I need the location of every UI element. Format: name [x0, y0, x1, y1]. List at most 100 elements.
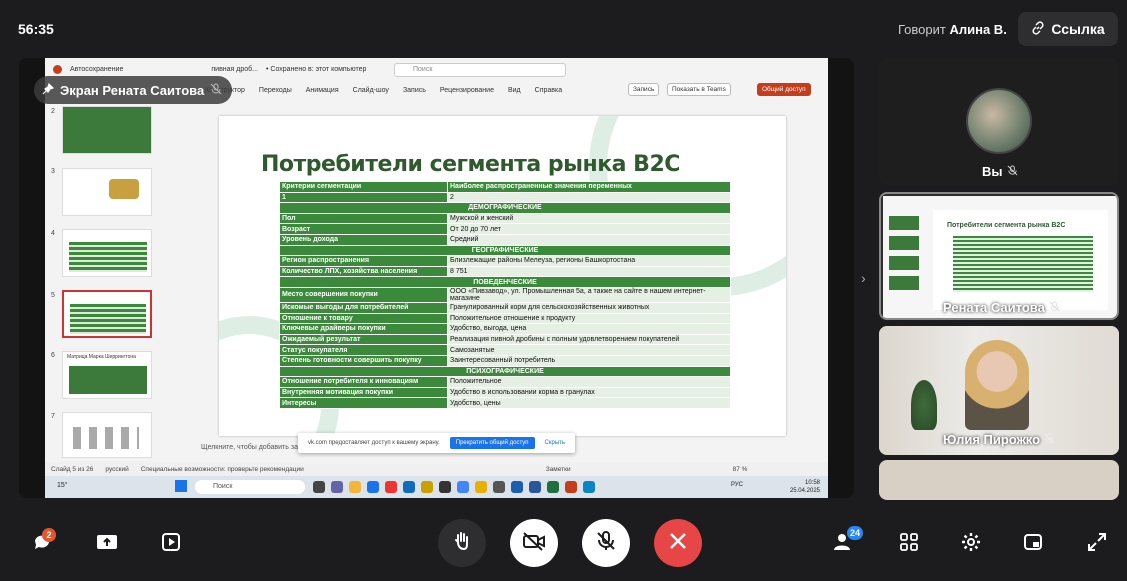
table-row: Возраст От 20 до 70 лет — [279, 223, 731, 235]
slide-thumbnail[interactable]: Матрица Марка Шеррингтона — [62, 351, 152, 399]
section-heading: ПСИХОГРАФИЧЕСКИЕ — [279, 365, 731, 378]
folder-icon[interactable] — [349, 481, 361, 493]
table-header-cell: Наиболее распространенные значения перем… — [447, 181, 731, 193]
shared-screen-area[interactable]: Автосохранение пивная дроб... • Сохранен… — [19, 58, 854, 498]
app-icon[interactable] — [313, 481, 325, 493]
menu-item[interactable]: Слайд-шоу — [353, 87, 389, 94]
value-cell: Самозанятые — [447, 344, 731, 356]
criterion-cell: Отношение потребителя к инновациям — [279, 376, 448, 388]
table-section-row: ПОВЕДЕНЧЕСКИЕ — [279, 276, 731, 288]
participant-name: Вы — [982, 164, 1018, 179]
chat-button[interactable]: 2 — [30, 528, 56, 556]
expand-icon — [1087, 532, 1107, 557]
word-icon[interactable] — [529, 481, 541, 493]
end-call-button[interactable] — [654, 519, 702, 567]
criterion-cell: Отношение к товару — [279, 312, 448, 325]
teams-icon[interactable] — [331, 481, 343, 493]
weather-widget[interactable]: 15° — [57, 482, 68, 489]
app-icon[interactable] — [475, 481, 487, 493]
camera-off-icon — [522, 531, 546, 556]
share-screen-button[interactable] — [95, 532, 119, 556]
participant-name-text: Рената Саитова — [943, 300, 1045, 315]
section-heading: ГЕОГРАФИЧЕСКИЕ — [279, 244, 731, 257]
status-access[interactable]: Специальные возможности: проверьте реком… — [141, 466, 304, 473]
menu-item[interactable]: Анимация — [306, 87, 339, 94]
grid-view-button[interactable] — [897, 532, 921, 556]
participant-tile-yulia[interactable]: Юлия Пирожко — [879, 326, 1119, 455]
mic-off-icon — [210, 83, 222, 98]
pin-icon — [42, 82, 55, 98]
fullscreen-button[interactable] — [1085, 532, 1109, 556]
criterion-cell: Ожидаемый результат — [279, 333, 448, 346]
chevron-right-icon[interactable]: › — [861, 270, 866, 286]
participant-tile[interactable] — [879, 460, 1119, 500]
record-button[interactable]: Запись — [628, 83, 660, 96]
table-row: Внутренняя мотивация покупки Удобство в и… — [279, 386, 731, 399]
menu-item[interactable]: Запись — [403, 87, 426, 94]
app-icon[interactable] — [439, 481, 451, 493]
thumb-number: 4 — [51, 230, 55, 237]
slide-thumbnail[interactable] — [62, 412, 152, 458]
participant-tile-self[interactable]: Вы — [879, 58, 1119, 185]
table-row: Степень готовности совершить покупку Заин… — [279, 354, 731, 367]
value-cell: ООО «Пивзавод», ул. Промышленная 5а, а т… — [447, 286, 731, 303]
mic-toggle-button[interactable] — [582, 519, 630, 567]
menu-item[interactable]: Переходы — [259, 87, 292, 94]
hide-notification-link[interactable]: Скрыть — [545, 440, 565, 446]
chrome-icon[interactable] — [457, 481, 469, 493]
taskbar-clock[interactable]: 10:58 25.04.2025 — [790, 479, 820, 495]
app-icon[interactable] — [547, 481, 559, 493]
menu-item[interactable]: Рецензирование — [440, 87, 494, 94]
windows-start-icon[interactable] — [175, 480, 187, 492]
powerpoint-icon[interactable] — [565, 481, 577, 493]
close-icon — [669, 532, 687, 555]
status-notes[interactable]: Заметки — [546, 466, 571, 473]
input-language[interactable]: РУС — [731, 482, 743, 488]
raise-hand-button[interactable] — [438, 519, 486, 567]
taskbar-search[interactable]: Поиск — [195, 480, 305, 494]
share-button[interactable]: Общий доступ — [757, 83, 811, 96]
thumb-number: 6 — [51, 352, 55, 359]
taskbar-apps — [313, 481, 595, 493]
table-row: Искомые выгоды для потребителей Гранулиро… — [279, 301, 731, 314]
participant-name: Рената Саитова — [943, 300, 1060, 315]
edge-icon[interactable] — [583, 481, 595, 493]
table-row: Количество ЛПХ, хозяйства населения 8 751 — [279, 265, 731, 278]
value-cell: Удобство в использовании корма в гранула… — [447, 386, 731, 399]
menu-item[interactable]: Вид — [508, 87, 521, 94]
slide-thumbnail-selected[interactable] — [62, 290, 152, 338]
copy-link-button[interactable]: Ссылка — [1018, 12, 1118, 46]
pip-button[interactable] — [1021, 532, 1045, 556]
criterion-cell: Искомые выгоды для потребителей — [279, 301, 448, 314]
segmentation-table: Критерии сегментации Наиболее распростран… — [279, 181, 731, 409]
slide-thumbnail[interactable] — [62, 106, 152, 154]
powerpoint-logo-icon — [53, 64, 62, 74]
outlook-icon[interactable] — [403, 481, 415, 493]
value-cell: Мужской и женский — [447, 212, 731, 225]
app-icon[interactable] — [421, 481, 433, 493]
app-icon[interactable] — [493, 481, 505, 493]
status-zoom[interactable]: 87 % — [733, 466, 748, 473]
thumb-number: 5 — [51, 292, 55, 299]
menu-item[interactable]: Справка — [535, 87, 562, 94]
participants-button[interactable]: 24 — [833, 526, 864, 556]
youtube-icon[interactable] — [385, 481, 397, 493]
criterion-cell: 1 — [279, 191, 448, 204]
pp-search-input[interactable]: Поиск — [394, 63, 566, 77]
settings-button[interactable] — [959, 532, 983, 556]
participant-tile-renata[interactable]: Потребители сегмента рынка B2C Рената Са… — [879, 192, 1119, 320]
participant-name: Юлия Пирожко — [943, 432, 1055, 447]
current-slide[interactable]: Потребители сегмента рынка B2C Критерии … — [219, 116, 786, 436]
app-icon[interactable] — [367, 481, 379, 493]
stop-sharing-button[interactable]: Прекратить общий доступ — [449, 437, 535, 449]
slide-thumbnail[interactable] — [62, 168, 152, 216]
video-play-button[interactable] — [159, 532, 183, 556]
participants-badge: 24 — [847, 526, 864, 540]
link-label: Ссылка — [1051, 21, 1105, 37]
slide-thumbnail[interactable] — [62, 229, 152, 277]
teams-button[interactable]: Показать в Teams — [667, 83, 731, 96]
app-icon[interactable] — [511, 481, 523, 493]
value-cell: Заинтересованный потребитель — [447, 354, 731, 367]
camera-toggle-button[interactable] — [510, 519, 558, 567]
screen-share-label[interactable]: Экран Рената Саитова — [34, 76, 233, 104]
